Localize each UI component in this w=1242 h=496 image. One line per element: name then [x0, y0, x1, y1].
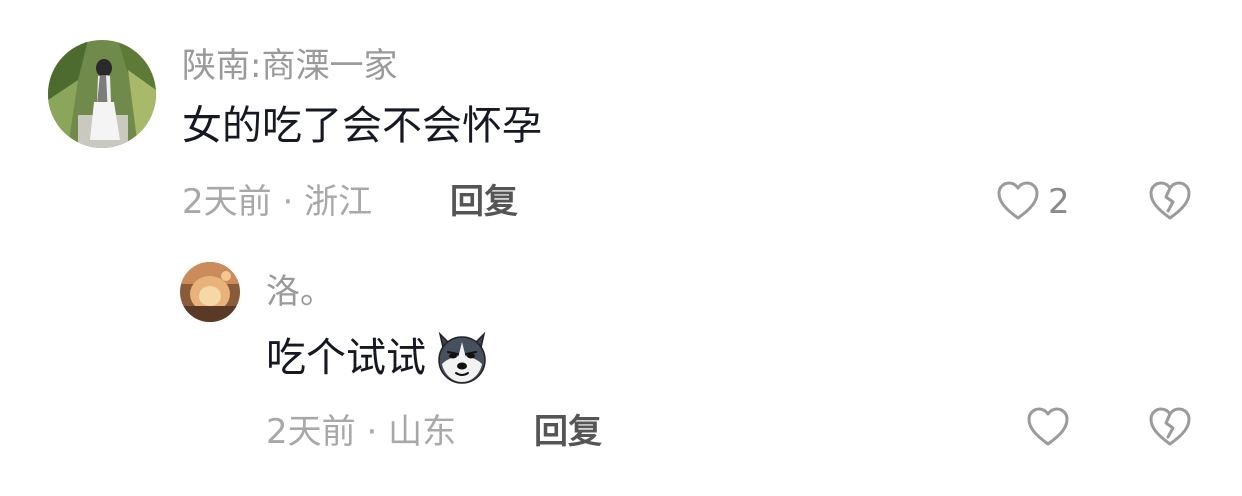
- comment-text: 女的吃了会不会怀孕: [182, 102, 542, 150]
- comment-location: 浙江: [304, 182, 373, 222]
- comment-text-body: 吃个试试: [266, 335, 426, 381]
- reply-button[interactable]: 回复: [534, 412, 602, 452]
- comment-username[interactable]: 陕南:商溧一家: [182, 46, 397, 86]
- heart-outline-icon[interactable]: [1026, 406, 1070, 448]
- comment-time: 2天前: [266, 412, 356, 452]
- reply-button[interactable]: 回复: [450, 182, 518, 222]
- husky-dog-emoji: [434, 330, 490, 386]
- comment-meta: 2天前 · 山东: [266, 412, 456, 452]
- heart-outline-icon[interactable]: [996, 180, 1040, 222]
- like-count: 2: [1048, 182, 1070, 222]
- meta-separator: ·: [355, 412, 389, 452]
- comment-username[interactable]: 洛。: [266, 272, 334, 312]
- comment-location: 山东: [388, 412, 457, 452]
- comment-time: 2天前: [182, 182, 272, 222]
- comment-meta: 2天前 · 浙江: [182, 182, 372, 222]
- meta-separator: ·: [271, 182, 305, 222]
- avatar[interactable]: [48, 40, 156, 148]
- comment-text: 吃个试试: [266, 330, 490, 386]
- broken-heart-icon[interactable]: [1148, 406, 1192, 448]
- broken-heart-icon[interactable]: [1148, 180, 1192, 222]
- avatar[interactable]: [180, 262, 240, 322]
- comment-text-body: 女的吃了会不会怀孕: [182, 103, 542, 149]
